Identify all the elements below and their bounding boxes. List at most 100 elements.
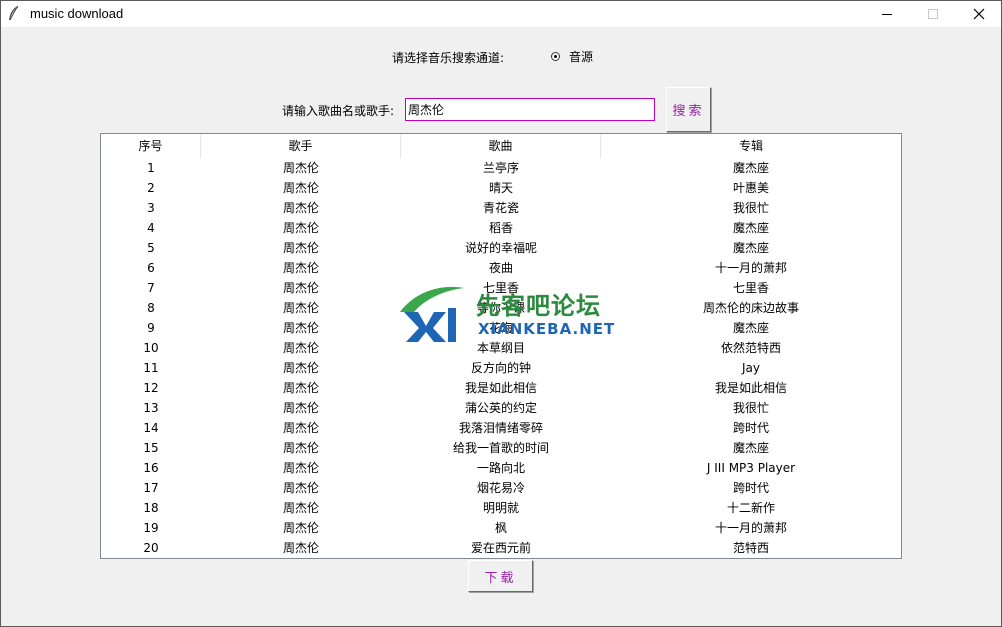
cell-song: 明明就: [482, 501, 519, 515]
column-header-album[interactable]: 专辑: [601, 134, 901, 158]
cell-song: 花海: [488, 321, 513, 335]
cell-song: 爱在西元前: [470, 541, 531, 555]
cell-singer: 周杰伦: [282, 261, 319, 275]
close-button[interactable]: [956, 1, 1002, 27]
cell-index: 14: [143, 421, 159, 435]
cell-album: 我很忙: [732, 201, 769, 215]
cell-album: J III MP3 Player: [706, 461, 796, 475]
cell-song: 夜曲: [488, 261, 513, 275]
results-table[interactable]: 序号 歌手 歌曲 专辑 1 周杰伦 兰亭序 魔杰座 2 周杰伦 晴天 叶惠美 3 周杰伦 青花瓷 我很…: [100, 133, 902, 559]
maximize-button[interactable]: [910, 1, 956, 27]
table-row[interactable]: 10 周杰伦 本草纲目 依然范特西: [101, 338, 901, 358]
cell-index: 12: [143, 381, 159, 395]
cell-album: 我很忙: [732, 401, 769, 415]
cell-singer: 周杰伦: [282, 201, 319, 215]
channel-radio-option[interactable]: 音源: [551, 48, 593, 65]
table-row[interactable]: 14 周杰伦 我落泪情绪零碎 跨时代: [101, 418, 901, 438]
table-row[interactable]: 17 周杰伦 烟花易冷 跨时代: [101, 478, 901, 498]
cell-index: 5: [147, 241, 155, 255]
table-row[interactable]: 3 周杰伦 青花瓷 我很忙: [101, 198, 901, 218]
cell-singer: 周杰伦: [282, 501, 319, 515]
table-row[interactable]: 9 周杰伦 花海 魔杰座: [101, 318, 901, 338]
cell-singer: 周杰伦: [282, 441, 319, 455]
column-header-index[interactable]: 序号: [101, 134, 201, 158]
table-row[interactable]: 7 周杰伦 七里香 七里香: [101, 278, 901, 298]
cell-album: 跨时代: [732, 421, 769, 435]
cell-song: 一路向北: [476, 461, 525, 475]
table-row[interactable]: 18 周杰伦 明明就 十二新作: [101, 498, 901, 518]
cell-index: 7: [147, 281, 155, 295]
cell-singer: 周杰伦: [282, 481, 319, 495]
table-row[interactable]: 2 周杰伦 晴天 叶惠美: [101, 178, 901, 198]
cell-album: 十一月的萧邦: [714, 261, 787, 275]
table-row[interactable]: 12 周杰伦 我是如此相信 我是如此相信: [101, 378, 901, 398]
keyword-label: 请输入歌曲名或歌手:: [282, 104, 395, 118]
cell-album: 周杰伦的床边故事: [702, 301, 799, 315]
cell-song: 我是如此相信: [464, 381, 537, 395]
cell-album: 魔杰座: [732, 321, 769, 335]
cell-index: 2: [147, 181, 155, 195]
search-button[interactable]: 搜索: [666, 87, 711, 132]
cell-index: 20: [143, 541, 159, 555]
maximize-icon: [927, 8, 939, 20]
cell-singer: 周杰伦: [282, 381, 319, 395]
cell-singer: 周杰伦: [282, 241, 319, 255]
keyword-input[interactable]: [405, 98, 655, 121]
table-row[interactable]: 5 周杰伦 说好的幸福呢 魔杰座: [101, 238, 901, 258]
minimize-button[interactable]: [864, 1, 910, 27]
cell-index: 1: [147, 161, 155, 175]
table-row[interactable]: 8 周杰伦 等你下课 周杰伦的床边故事: [101, 298, 901, 318]
minimize-icon: [881, 8, 893, 20]
table-row[interactable]: 20 周杰伦 爱在西元前 范特西: [101, 538, 901, 558]
table-body: 1 周杰伦 兰亭序 魔杰座 2 周杰伦 晴天 叶惠美 3 周杰伦 青花瓷 我很忙 4 周杰伦 稻香 魔杰座 5 周…: [101, 158, 901, 558]
cell-index: 15: [143, 441, 159, 455]
cell-album: 跨时代: [732, 481, 769, 495]
cell-singer: 周杰伦: [282, 521, 319, 535]
cell-song: 七里香: [482, 281, 519, 295]
radio-selected-icon[interactable]: [551, 52, 560, 61]
cell-album: 叶惠美: [732, 181, 769, 195]
cell-song: 稻香: [488, 221, 513, 235]
cell-song: 反方向的钟: [470, 361, 531, 375]
cell-singer: 周杰伦: [282, 401, 319, 415]
table-row[interactable]: 15 周杰伦 给我一首歌的时间 魔杰座: [101, 438, 901, 458]
table-row[interactable]: 4 周杰伦 稻香 魔杰座: [101, 218, 901, 238]
table-row[interactable]: 16 周杰伦 一路向北 J III MP3 Player: [101, 458, 901, 478]
cell-singer: 周杰伦: [282, 341, 319, 355]
window-title: music download: [30, 6, 124, 21]
cell-singer: 周杰伦: [282, 221, 319, 235]
cell-index: 13: [143, 401, 159, 415]
cell-song: 枫: [494, 521, 507, 535]
table-row[interactable]: 6 周杰伦 夜曲 十一月的萧邦: [101, 258, 901, 278]
column-header-song[interactable]: 歌曲: [401, 134, 601, 158]
cell-album: 魔杰座: [732, 161, 769, 175]
download-button[interactable]: 下载: [468, 560, 533, 592]
cell-album: 魔杰座: [732, 241, 769, 255]
title-bar[interactable]: music download: [1, 1, 1001, 27]
cell-index: 8: [147, 301, 155, 315]
cell-index: 6: [147, 261, 155, 275]
cell-index: 9: [147, 321, 155, 335]
cell-album: 魔杰座: [732, 221, 769, 235]
cell-singer: 周杰伦: [282, 161, 319, 175]
cell-song: 我落泪情绪零碎: [458, 421, 543, 435]
cell-singer: 周杰伦: [282, 181, 319, 195]
cell-album: 七里香: [732, 281, 769, 295]
cell-song: 说好的幸福呢: [464, 241, 537, 255]
channel-label: 请选择音乐搜索通道:: [392, 51, 505, 65]
cell-index: 19: [143, 521, 159, 535]
cell-singer: 周杰伦: [282, 301, 319, 315]
cell-song: 烟花易冷: [476, 481, 525, 495]
cell-song: 本草纲目: [476, 341, 525, 355]
cell-song: 晴天: [488, 181, 513, 195]
table-row[interactable]: 1 周杰伦 兰亭序 魔杰座: [101, 158, 901, 178]
table-row[interactable]: 13 周杰伦 蒲公英的约定 我很忙: [101, 398, 901, 418]
cell-album: 我是如此相信: [714, 381, 787, 395]
table-row[interactable]: 11 周杰伦 反方向的钟 Jay: [101, 358, 901, 378]
cell-singer: 周杰伦: [282, 361, 319, 375]
cell-index: 10: [143, 341, 159, 355]
cell-singer: 周杰伦: [282, 421, 319, 435]
table-row[interactable]: 19 周杰伦 枫 十一月的萧邦: [101, 518, 901, 538]
cell-index: 17: [143, 481, 159, 495]
column-header-singer[interactable]: 歌手: [201, 134, 401, 158]
